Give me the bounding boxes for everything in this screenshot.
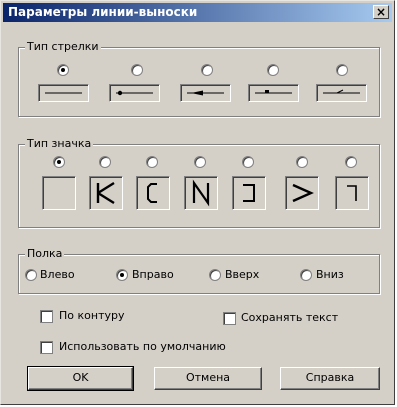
shelf-label-left[interactable]: Влево xyxy=(40,268,75,282)
arrow-type-radio-3[interactable] xyxy=(201,64,213,76)
mark-type-swatch-2[interactable] xyxy=(89,176,123,210)
c-mark-icon xyxy=(147,183,157,203)
arrow-type-radio-1[interactable] xyxy=(57,64,69,76)
mark-type-group: Тип значка xyxy=(18,137,380,228)
arrow-type-swatch-3[interactable] xyxy=(180,84,231,102)
arrow-type-radio-5[interactable] xyxy=(336,64,348,76)
shelf-label-down[interactable]: Вниз xyxy=(316,268,344,282)
mark-type-radio-3[interactable] xyxy=(146,156,158,168)
arrow-type-swatch-1[interactable] xyxy=(38,84,89,102)
arrow-type-swatch-5[interactable] xyxy=(316,84,367,102)
by-contour-checkbox[interactable] xyxy=(40,310,53,323)
arrow-type-radio-2[interactable] xyxy=(131,64,143,76)
k-mark-icon xyxy=(96,181,115,205)
tick-arrow-line-icon xyxy=(255,90,292,94)
shelf-label-right[interactable]: Вправо xyxy=(132,268,174,282)
n-mark-icon xyxy=(192,179,210,207)
arrow-type-group: Тип стрелки xyxy=(18,40,380,117)
mark-type-radio-4[interactable] xyxy=(194,156,206,168)
arrow-type-swatch-4[interactable] xyxy=(248,84,299,102)
open-arrow-line-icon xyxy=(323,89,360,94)
use-default-checkbox[interactable] xyxy=(40,341,53,354)
mark-type-swatch-4[interactable] xyxy=(184,176,218,210)
use-default-label[interactable]: Использовать по умолчанию xyxy=(59,340,226,354)
leader-line-params-dialog: Параметры линии-выноски × Тип стрелки Ти… xyxy=(0,0,395,405)
mark-type-swatch-7[interactable] xyxy=(335,176,369,210)
keep-text-label[interactable]: Сохранять текст xyxy=(241,311,338,325)
cancel-button[interactable]: Отмена xyxy=(154,367,262,390)
mark-type-radio-7[interactable] xyxy=(345,156,357,168)
mark-type-swatch-1[interactable] xyxy=(42,176,76,210)
shelf-group: Полка Влево Вправо Вверх Вниз xyxy=(18,247,380,294)
mark-type-radio-1[interactable] xyxy=(53,156,65,168)
arrow-type-radio-4[interactable] xyxy=(267,64,279,76)
keep-text-checkbox[interactable] xyxy=(223,312,236,325)
bracket-mark-icon xyxy=(243,184,255,202)
corner-mark-icon xyxy=(347,185,357,201)
shelf-radio-up[interactable] xyxy=(209,269,221,281)
shelf-radio-left[interactable] xyxy=(25,269,37,281)
shelf-label-up[interactable]: Вверх xyxy=(225,268,259,282)
arrow-type-swatch-2[interactable] xyxy=(109,84,160,102)
help-button[interactable]: Справка xyxy=(280,367,380,390)
filled-arrow-line-icon xyxy=(187,90,224,96)
mark-type-radio-2[interactable] xyxy=(99,156,111,168)
dot-arrow-line-icon xyxy=(116,90,153,96)
mark-type-swatch-5[interactable] xyxy=(232,176,266,210)
title-bar[interactable]: Параметры линии-выноски × xyxy=(3,3,392,22)
by-contour-label[interactable]: По контуру xyxy=(59,309,124,323)
shelf-legend: Полка xyxy=(25,247,65,261)
shelf-radio-right[interactable] xyxy=(116,269,128,281)
window-title: Параметры линии-выноски xyxy=(8,5,198,19)
arrow-type-legend: Тип стрелки xyxy=(25,40,101,54)
mark-type-radio-6[interactable] xyxy=(296,156,308,168)
close-button[interactable]: × xyxy=(373,5,389,19)
ok-button[interactable]: OK xyxy=(27,366,134,391)
mark-type-swatch-3[interactable] xyxy=(136,176,170,210)
greater-mark-icon xyxy=(292,183,314,203)
mark-type-legend: Тип значка xyxy=(25,137,94,151)
plain-line-icon xyxy=(45,92,82,94)
shelf-radio-down[interactable] xyxy=(300,269,312,281)
mark-type-swatch-6[interactable] xyxy=(285,176,319,210)
mark-type-radio-5[interactable] xyxy=(242,156,254,168)
